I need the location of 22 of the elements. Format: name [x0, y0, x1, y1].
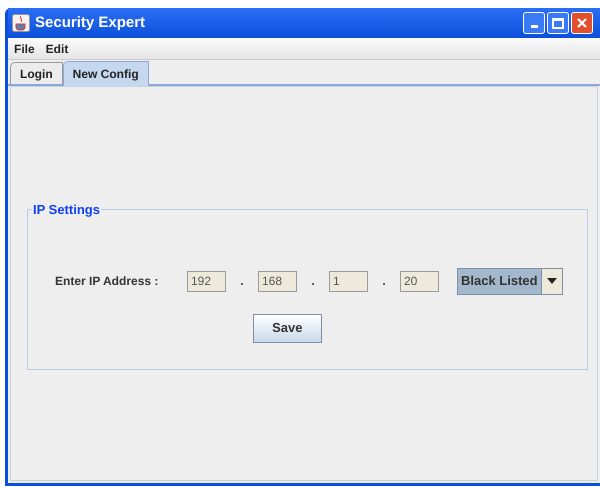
ip-octet-field[interactable]: 168 [258, 270, 297, 292]
ip-octet-field[interactable]: 1 [329, 270, 368, 292]
ip-octet-field[interactable]: 20 [400, 270, 439, 292]
group-title: IP Settings [32, 201, 101, 219]
ip-octet-field[interactable]: 192 [187, 270, 226, 292]
ip-address-label: Enter IP Address : [55, 273, 160, 290]
separator-dot: . [381, 273, 387, 290]
caret-icon [546, 278, 557, 284]
window-title: Security Expert [35, 12, 146, 33]
menu-item[interactable]: File [10, 40, 39, 58]
close-icon [576, 17, 588, 29]
tab[interactable]: New Config [62, 61, 149, 86]
list-type-dropdown[interactable]: Black Listed [457, 268, 563, 294]
tab[interactable]: Login [10, 62, 63, 84]
separator-dot: . [239, 273, 245, 290]
minimize-button[interactable] [523, 12, 545, 34]
menu-item[interactable]: Edit [42, 40, 72, 58]
save-button[interactable]: Save [252, 314, 322, 342]
java-cup-icon [12, 14, 30, 32]
separator-dot: . [310, 273, 316, 290]
maximize-button[interactable] [547, 12, 569, 34]
close-button[interactable] [571, 12, 593, 34]
